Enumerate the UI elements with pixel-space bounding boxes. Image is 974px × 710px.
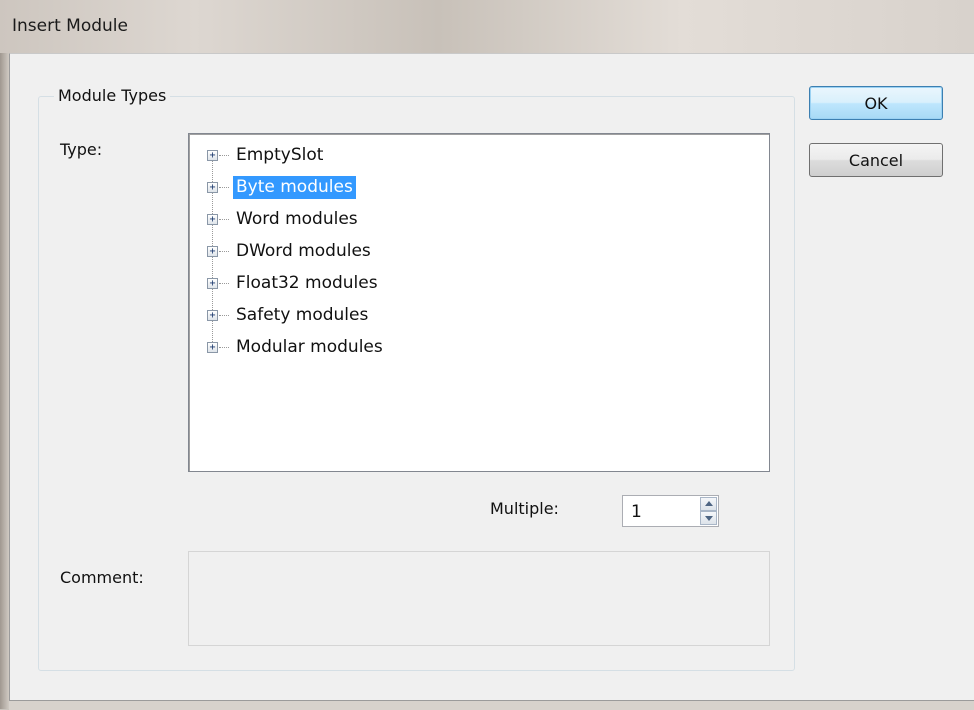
expand-plus-icon[interactable]: + <box>207 310 218 321</box>
tree-item-label[interactable]: Byte modules <box>233 176 356 199</box>
tree-item-label[interactable]: EmptySlot <box>233 144 326 167</box>
tree-item-label[interactable]: Word modules <box>233 208 361 231</box>
type-label: Type: <box>60 140 103 159</box>
ok-button[interactable]: OK <box>809 86 943 120</box>
window-left-border <box>0 53 9 709</box>
expand-plus-icon[interactable]: + <box>207 150 218 161</box>
arrow-down-icon[interactable] <box>700 511 717 525</box>
module-type-tree[interactable]: + EmptySlot + Byte modules + Word module… <box>188 133 770 472</box>
multiple-label: Multiple: <box>490 499 559 518</box>
tree-item-label[interactable]: DWord modules <box>233 240 374 263</box>
cancel-button[interactable]: Cancel <box>809 143 943 177</box>
tree-item-label[interactable]: Modular modules <box>233 336 386 359</box>
multiple-spinner[interactable]: 1 <box>622 495 719 527</box>
arrow-up-icon[interactable] <box>700 497 717 511</box>
dialog-client-area: Module Types Type: + EmptySlot + Byte mo… <box>9 53 974 701</box>
tree-item-label[interactable]: Safety modules <box>233 304 371 327</box>
expand-plus-icon[interactable]: + <box>207 182 218 193</box>
module-types-group-label: Module Types <box>54 86 171 105</box>
title-bar[interactable]: Insert Module <box>0 0 974 53</box>
expand-plus-icon[interactable]: + <box>207 246 218 257</box>
spinner-buttons <box>700 497 717 525</box>
window-title: Insert Module <box>12 16 128 36</box>
expand-plus-icon[interactable]: + <box>207 342 218 353</box>
expand-plus-icon[interactable]: + <box>207 214 218 225</box>
expand-plus-icon[interactable]: + <box>207 278 218 289</box>
comment-field[interactable] <box>188 551 770 646</box>
multiple-value[interactable]: 1 <box>631 502 642 522</box>
tree-item-label[interactable]: Float32 modules <box>233 272 381 295</box>
comment-label: Comment: <box>60 568 144 587</box>
